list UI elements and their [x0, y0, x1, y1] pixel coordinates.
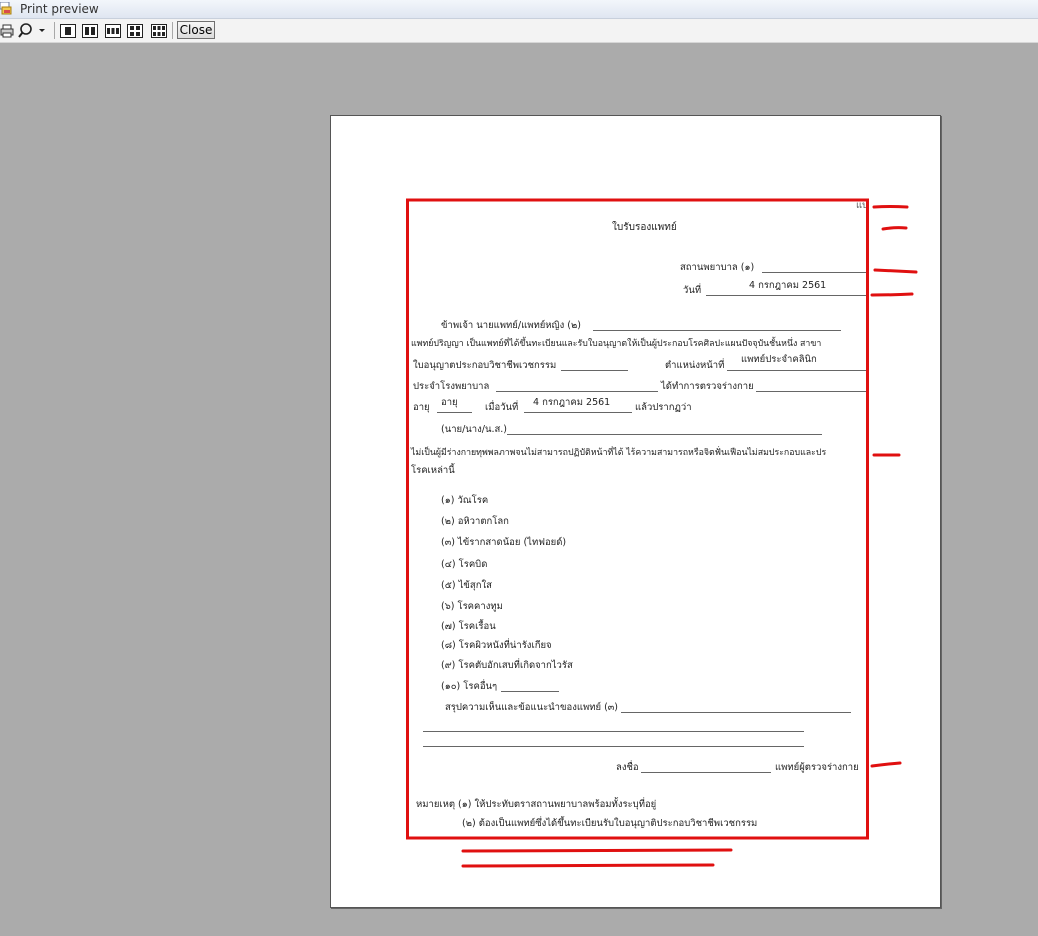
hospital-label: สถานพยาบาล (๑) — [680, 262, 755, 273]
disease-item: (๖) โรคคางทูม — [441, 601, 503, 612]
one-page-icon[interactable] — [59, 22, 76, 39]
three-pages-icon[interactable] — [104, 22, 121, 39]
statement-line-1: ไม่เป็นผู้มีร่างกายทุพพลภาพจนไม่สามารถปฏ… — [411, 448, 827, 458]
age-field — [437, 412, 472, 413]
note-label: หมายเหตุ — [416, 799, 456, 810]
degree-line: แพทย์ปริญญา เป็นแพทย์ที่ได้ขึ้นทะเบียนแล… — [411, 339, 822, 349]
toolbar-separator — [54, 22, 55, 39]
corner-mark: แบ — [856, 200, 869, 211]
toolbar: Close — [0, 19, 1038, 43]
four-pages-icon[interactable] — [126, 22, 143, 39]
disease-item: (๘) โรคผิวหนังที่น่ารังเกียจ — [441, 640, 552, 651]
toolbar-separator — [172, 22, 173, 39]
title-prefix: (นาย/นาง/น.ส.) — [441, 424, 508, 435]
date-field — [706, 295, 868, 296]
statement-line-2: โรคเหล่านี้ — [411, 465, 455, 476]
document-title: ใบรับรองแพทย์ — [612, 222, 677, 233]
preview-page[interactable]: แบ ใบรับรองแพทย์ สถานพยาบาล (๑) วันที่ 4… — [330, 115, 941, 908]
disease-item: (๑) วัณโรค — [441, 495, 489, 506]
hospital-staff-field — [496, 391, 658, 392]
examined-label: ได้ทำการตรวจร่างกาย — [661, 381, 754, 392]
examined-person-field — [756, 391, 868, 392]
note-item: (๒) ต้องเป็นแพทย์ซึ่งได้ขึ้นทะเบียนรับใบ… — [462, 818, 758, 829]
age-label: อายุ — [413, 402, 430, 413]
signature-field — [641, 772, 771, 773]
position-field — [727, 370, 867, 371]
disease-item: (๒) อหิวาตกโลก — [441, 516, 509, 527]
summary-line — [423, 731, 804, 732]
other-disease-field — [501, 691, 559, 692]
disease-item: (๗) โรคเรื้อน — [441, 621, 496, 632]
summary-line — [423, 746, 804, 747]
disease-item: (๕) ไข้สุกใส — [441, 580, 492, 591]
print-icon[interactable] — [0, 22, 14, 39]
medical-certificate: แบ ใบรับรองแพทย์ สถานพยาบาล (๑) วันที่ 4… — [331, 116, 940, 907]
window-title: Print preview — [20, 2, 99, 16]
when-label: เมื่อวันที่ — [485, 402, 519, 413]
hospital-staff-label: ประจำโรงพยาบาล — [413, 381, 490, 392]
age-value: อายุ — [441, 397, 458, 408]
doctor-line: ข้าพเจ้า นายแพทย์/แพทย์หญิง (๒) — [441, 320, 581, 331]
patient-name-field — [507, 434, 822, 435]
examiner-label: แพทย์ผู้ตรวจร่างกาย — [775, 762, 859, 773]
disease-item: (๔) โรคบิด — [441, 559, 488, 570]
six-pages-icon[interactable] — [150, 22, 167, 39]
summary-field — [621, 712, 851, 713]
appear-label: แล้วปรากฏว่า — [635, 402, 692, 413]
summary-label: สรุปความเห็นและข้อแนะนำของแพทย์ (๓) — [445, 702, 618, 713]
date-label: วันที่ — [683, 285, 702, 296]
position-value: แพทย์ประจำคลินิก — [741, 354, 817, 365]
close-button[interactable]: Close — [177, 21, 215, 39]
disease-item: (๙) โรคตับอักเสบที่เกิดจากไวรัส — [441, 660, 573, 671]
two-pages-icon[interactable] — [81, 22, 98, 39]
when-value: 4 กรกฎาคม 2561 — [533, 397, 611, 408]
when-field — [524, 412, 632, 413]
note-item: (๑) ให้ประทับตราสถานพยาบาลพร้อมทั้งระบุท… — [458, 799, 657, 810]
hospital-field — [762, 272, 868, 273]
sign-label: ลงชื่อ — [616, 762, 639, 773]
zoom-icon[interactable] — [18, 22, 50, 39]
doctor-name-field — [593, 330, 841, 331]
title-bar: Print preview — [0, 0, 1038, 19]
disease-item: (๓) ไข้รากสาดน้อย (ไทฟอยด์) — [441, 537, 567, 548]
date-value: 4 กรกฎาคม 2561 — [749, 280, 827, 291]
license-label: ใบอนุญาตประกอบวิชาชีพเวชกรรม — [413, 360, 557, 371]
disease-item: (๑๐) โรคอื่นๆ — [441, 681, 498, 692]
position-label: ตำแหน่งหน้าที่ — [665, 360, 725, 371]
license-field — [561, 370, 628, 371]
print-preview-app-icon — [0, 2, 12, 15]
